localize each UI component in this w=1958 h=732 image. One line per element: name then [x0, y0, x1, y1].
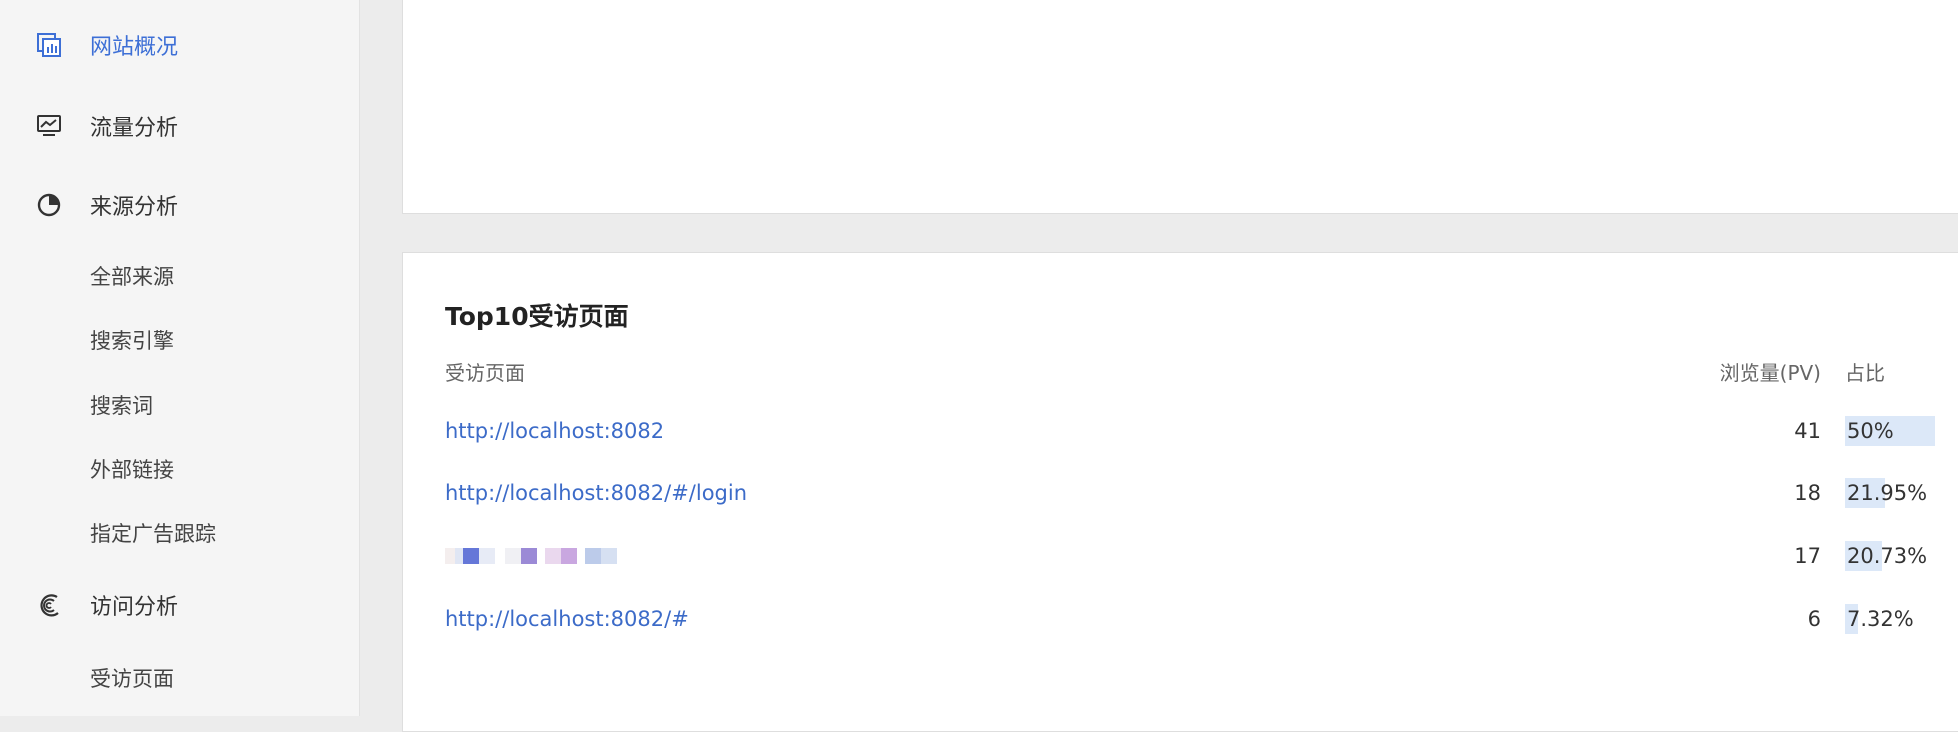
sidebar-item-label: 访问分析: [90, 595, 179, 620]
table-row: 17 20.73%: [403, 531, 1958, 581]
redacted-text: [445, 547, 617, 565]
ratio-cell: 20.73%: [1845, 541, 1935, 571]
pv-value: 17: [1794, 544, 1821, 568]
sidebar-item-label: 网站概况: [90, 35, 179, 60]
pv-value: 18: [1794, 481, 1821, 505]
page-link[interactable]: http://localhost:8082: [445, 419, 664, 443]
sidebar: 网站概况 流量分析 来源分析 全部来源 搜索引擎 搜索词 外部链接 指定广告跟踪…: [0, 0, 360, 716]
pv-value: 6: [1807, 607, 1821, 631]
column-header-page: 受访页面: [445, 361, 525, 385]
spiral-icon: [35, 591, 63, 619]
ratio-value: 21.95%: [1847, 481, 1928, 505]
sidebar-subitem-label: 搜索引擎: [90, 329, 174, 353]
sidebar-subitem-label: 受访页面: [90, 667, 174, 691]
column-header-pv: 浏览量(PV): [1719, 361, 1821, 385]
table-row: http://localhost:8082/# 6 7.32%: [403, 594, 1958, 644]
ratio-cell: 7.32%: [1845, 604, 1935, 634]
top-pages-panel: Top10受访页面 受访页面 浏览量(PV) 占比 http://localho…: [402, 252, 1958, 732]
sidebar-item-traffic[interactable]: 流量分析: [0, 98, 360, 154]
sidebar-subitem-search-terms[interactable]: 搜索词: [0, 380, 360, 430]
sidebar-item-visit[interactable]: 访问分析: [0, 577, 360, 633]
sidebar-item-source[interactable]: 来源分析: [0, 177, 360, 233]
ratio-cell: 21.95%: [1845, 478, 1935, 508]
page-link-redacted[interactable]: [445, 547, 617, 565]
ratio-cell: 50%: [1845, 416, 1935, 446]
page-link[interactable]: http://localhost:8082/#: [445, 607, 689, 631]
monitor-chart-icon: [35, 112, 63, 140]
sidebar-subitem-all-sources[interactable]: 全部来源: [0, 251, 360, 301]
sidebar-subitem-visited-pages[interactable]: 受访页面: [0, 653, 360, 703]
sidebar-subitem-label: 外部链接: [90, 458, 174, 482]
page-link[interactable]: http://localhost:8082/#/login: [445, 481, 747, 505]
overview-icon: [35, 31, 63, 59]
ratio-value: 50%: [1847, 419, 1894, 443]
ratio-value: 20.73%: [1847, 544, 1928, 568]
sidebar-item-label: 来源分析: [90, 195, 179, 220]
panel-title: Top10受访页面: [445, 302, 629, 331]
sidebar-subitem-search-engine[interactable]: 搜索引擎: [0, 315, 360, 365]
chart-panel: [402, 0, 1958, 214]
sidebar-subitem-external-links[interactable]: 外部链接: [0, 444, 360, 494]
pv-value: 41: [1794, 419, 1821, 443]
column-header-ratio: 占比: [1845, 361, 1885, 385]
table-row: http://localhost:8082/#/login 18 21.95%: [403, 468, 1958, 518]
sidebar-subitem-label: 指定广告跟踪: [90, 522, 216, 546]
sidebar-item-overview[interactable]: 网站概况: [0, 17, 360, 73]
table-row: http://localhost:8082 41 50%: [403, 406, 1958, 456]
sidebar-subitem-label: 全部来源: [90, 265, 174, 289]
sidebar-subitem-ad-tracking[interactable]: 指定广告跟踪: [0, 508, 360, 558]
pie-chart-icon: [35, 191, 63, 219]
sidebar-item-label: 流量分析: [90, 116, 179, 141]
ratio-value: 7.32%: [1847, 607, 1914, 631]
sidebar-subitem-label: 搜索词: [90, 394, 153, 418]
